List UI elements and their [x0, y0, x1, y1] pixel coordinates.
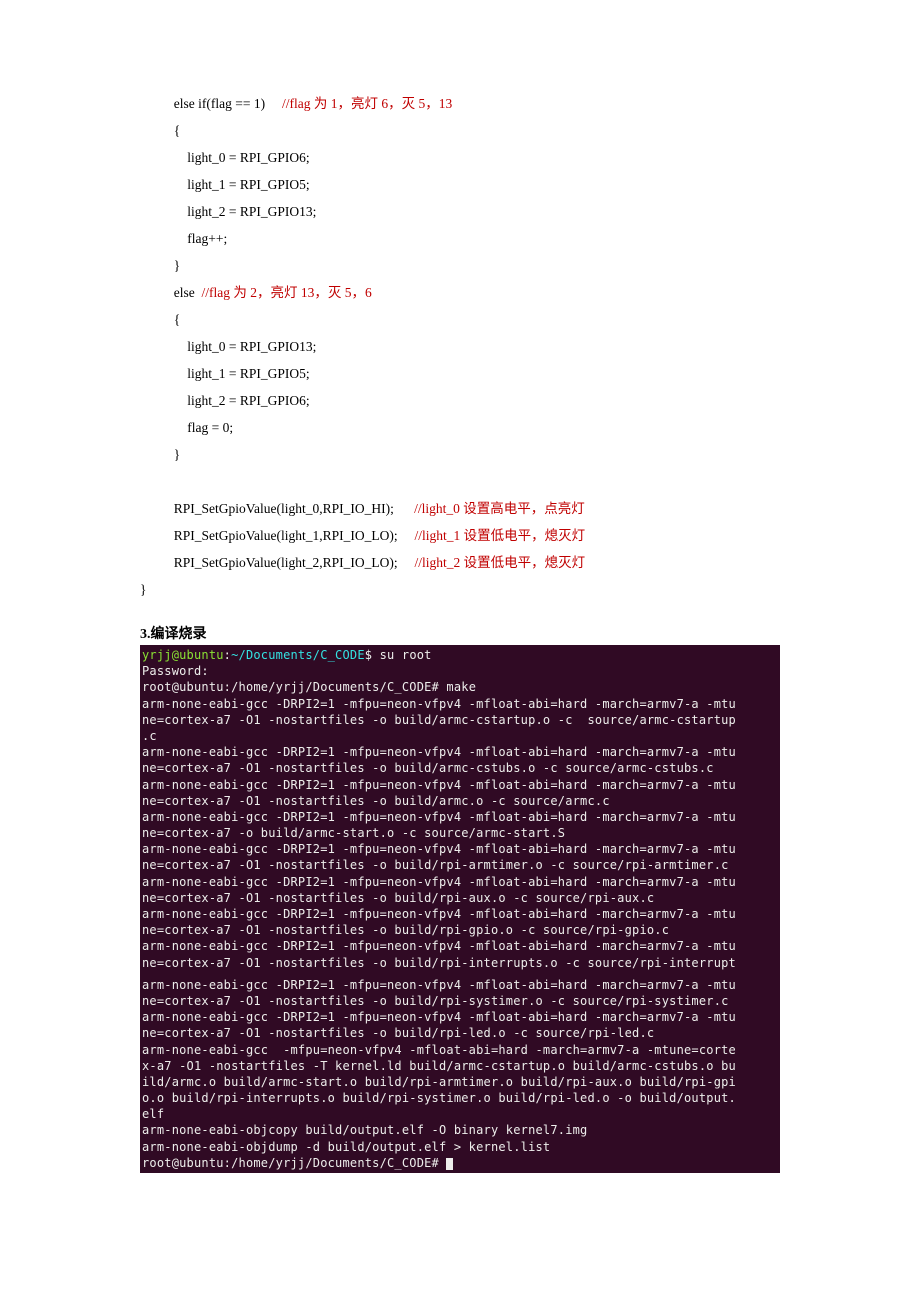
terminal-line: arm-none-eabi-gcc -DRPI2=1 -mfpu=neon-vf…	[142, 978, 736, 992]
terminal-line: arm-none-eabi-gcc -DRPI2=1 -mfpu=neon-vf…	[142, 778, 736, 792]
terminal-line: ne=cortex-a7 -O1 -nostartfiles -o build/…	[142, 713, 736, 727]
source-code-block: else if(flag == 1) //flag 为 1，亮灯 6，灭 5，1…	[140, 90, 780, 603]
code-line: }	[140, 447, 180, 462]
code-line: light_1 = RPI_GPIO5;	[140, 366, 310, 381]
code-line: light_2 = RPI_GPIO13;	[140, 204, 316, 219]
code-line: RPI_SetGpioValue(light_1,RPI_IO_LO);	[140, 528, 415, 543]
code-comment: //light_2 设置低电平，熄灭灯	[415, 555, 586, 570]
terminal-line: ne=cortex-a7 -O1 -nostartfiles -o build/…	[142, 891, 654, 905]
terminal-line: .c	[142, 729, 157, 743]
code-line: RPI_SetGpioValue(light_0,RPI_IO_HI);	[140, 501, 414, 516]
terminal-line: arm-none-eabi-gcc -DRPI2=1 -mfpu=neon-vf…	[142, 875, 736, 889]
terminal-line: arm-none-eabi-objdump -d build/output.el…	[142, 1140, 550, 1154]
terminal-cmd: make	[446, 680, 476, 694]
terminal-line: ne=cortex-a7 -O1 -nostartfiles -o build/…	[142, 956, 736, 970]
code-comment: //flag 为 1，亮灯 6，灭 5，13	[282, 96, 452, 111]
terminal-line: elf	[142, 1107, 164, 1121]
code-comment: //light_1 设置低电平，熄灭灯	[415, 528, 586, 543]
code-line: flag++;	[140, 231, 227, 246]
terminal-line: o.o build/rpi-interrupts.o build/rpi-sys…	[142, 1091, 736, 1105]
terminal-line: ne=cortex-a7 -o build/armc-start.o -c so…	[142, 826, 565, 840]
terminal-line: ne=cortex-a7 -O1 -nostartfiles -o build/…	[142, 794, 610, 808]
terminal-gap	[142, 971, 778, 977]
terminal-line: arm-none-eabi-gcc -DRPI2=1 -mfpu=neon-vf…	[142, 939, 736, 953]
terminal-line: x-a7 -O1 -nostartfiles -T kernel.ld buil…	[142, 1059, 736, 1073]
terminal-line: arm-none-eabi-gcc -DRPI2=1 -mfpu=neon-vf…	[142, 810, 736, 824]
terminal-output: yrjj@ubuntu:~/Documents/C_CODE$ su root …	[140, 645, 780, 1173]
code-comment: //light_0 设置高电平，点亮灯	[414, 501, 585, 516]
terminal-line: arm-none-eabi-gcc -DRPI2=1 -mfpu=neon-vf…	[142, 907, 736, 921]
code-line: light_2 = RPI_GPIO6;	[140, 393, 310, 408]
code-line: {	[140, 312, 180, 327]
terminal-prompt: root@ubuntu:/home/yrjj/Documents/C_CODE#	[142, 680, 446, 694]
terminal-line: arm-none-eabi-gcc -DRPI2=1 -mfpu=neon-vf…	[142, 842, 736, 856]
code-line: light_0 = RPI_GPIO13;	[140, 339, 316, 354]
terminal-line: arm-none-eabi-gcc -DRPI2=1 -mfpu=neon-vf…	[142, 697, 736, 711]
code-line: flag = 0;	[140, 420, 233, 435]
terminal-line: ne=cortex-a7 -O1 -nostartfiles -o build/…	[142, 1026, 654, 1040]
code-line: else	[140, 285, 202, 300]
terminal-line: ne=cortex-a7 -O1 -nostartfiles -o build/…	[142, 994, 729, 1008]
code-line: light_1 = RPI_GPIO5;	[140, 177, 310, 192]
code-line: else if(flag == 1)	[140, 96, 282, 111]
terminal-line: ild/armc.o build/armc-start.o build/rpi-…	[142, 1075, 736, 1089]
terminal-user: yrjj@ubuntu	[142, 648, 224, 662]
terminal-text: :	[224, 648, 231, 662]
terminal-cmd: $ su root	[365, 648, 432, 662]
terminal-line: arm-none-eabi-gcc -DRPI2=1 -mfpu=neon-vf…	[142, 745, 736, 759]
section-heading: 3.编译烧录	[140, 623, 780, 643]
terminal-line: arm-none-eabi-gcc -DRPI2=1 -mfpu=neon-vf…	[142, 1010, 736, 1024]
terminal-line: arm-none-eabi-gcc -mfpu=neon-vfpv4 -mflo…	[142, 1043, 736, 1057]
code-line: }	[140, 582, 146, 597]
code-line: }	[140, 258, 180, 273]
terminal-prompt: root@ubuntu:/home/yrjj/Documents/C_CODE#	[142, 1156, 446, 1170]
terminal-line: ne=cortex-a7 -O1 -nostartfiles -o build/…	[142, 923, 669, 937]
terminal-cursor	[446, 1158, 453, 1170]
terminal-line: Password:	[142, 664, 216, 678]
code-line: RPI_SetGpioValue(light_2,RPI_IO_LO);	[140, 555, 415, 570]
terminal-line: arm-none-eabi-objcopy build/output.elf -…	[142, 1123, 587, 1137]
terminal-line: ne=cortex-a7 -O1 -nostartfiles -o build/…	[142, 761, 714, 775]
code-line: light_0 = RPI_GPIO6;	[140, 150, 310, 165]
terminal-path: ~/Documents/C_CODE	[231, 648, 365, 662]
code-comment: //flag 为 2，亮灯 13，灭 5，6	[202, 285, 372, 300]
code-line: {	[140, 123, 180, 138]
terminal-line: ne=cortex-a7 -O1 -nostartfiles -o build/…	[142, 858, 729, 872]
